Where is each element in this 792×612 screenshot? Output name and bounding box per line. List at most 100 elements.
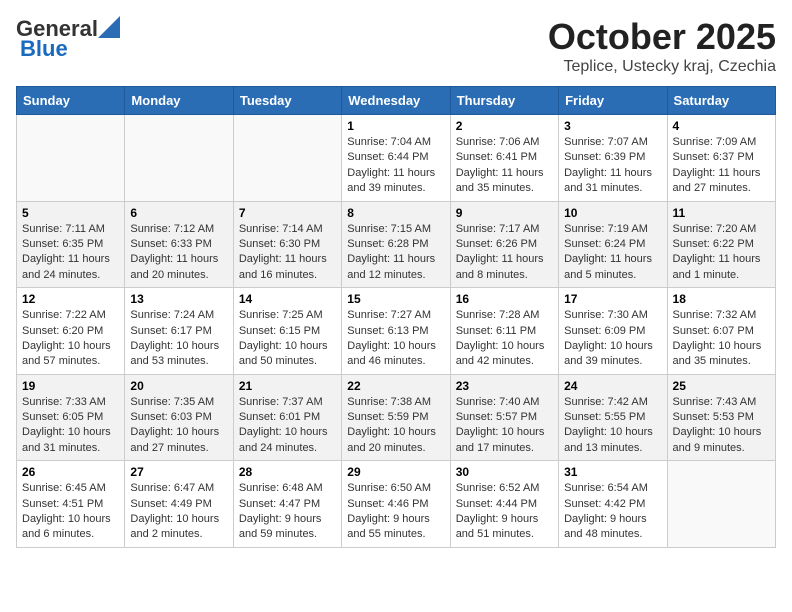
calendar-cell: 7Sunrise: 7:14 AM Sunset: 6:30 PM Daylig… bbox=[233, 201, 341, 288]
logo-general: General bbox=[16, 18, 98, 40]
day-info: Sunrise: 7:12 AM Sunset: 6:33 PM Dayligh… bbox=[130, 222, 227, 284]
calendar-cell: 15Sunrise: 7:27 AM Sunset: 6:13 PM Dayli… bbox=[342, 288, 450, 375]
day-header-saturday: Saturday bbox=[667, 87, 775, 115]
calendar-cell: 1 Sunrise: 7:04 AM Sunset: 6:44 PM Daylig… bbox=[342, 115, 450, 202]
day-number: 25 bbox=[673, 379, 770, 393]
day-header-friday: Friday bbox=[559, 87, 667, 115]
day-header-monday: Monday bbox=[125, 87, 233, 115]
calendar-cell: 20 Sunrise: 7:35 AM Sunset: 6:03 PM Dayli… bbox=[125, 374, 233, 461]
day-info: Sunrise: 7:19 AM Sunset: 6:24 PM Dayligh… bbox=[564, 222, 661, 284]
day-info: Sunrise: 7:22 AM Sunset: 6:20 PM Dayligh… bbox=[22, 308, 119, 370]
calendar-cell: 28 Sunrise: 6:48 AM Sunset: 4:47 PM Dayli… bbox=[233, 461, 341, 548]
calendar-cell: 19 Sunrise: 7:33 AM Sunset: 6:05 PM Dayli… bbox=[17, 374, 125, 461]
day-header-sunday: Sunday bbox=[17, 87, 125, 115]
logo: General Blue bbox=[16, 16, 120, 61]
day-info: Sunrise: 7:37 AM Sunset: 6:01 PM Dayligh… bbox=[239, 395, 336, 457]
page-header: General Blue October 2025 Teplice, Ustec… bbox=[16, 16, 776, 76]
day-info: Sunrise: 7:33 AM Sunset: 6:05 PM Dayligh… bbox=[22, 395, 119, 457]
calendar-cell: 25 Sunrise: 7:43 AM Sunset: 5:53 PM Dayli… bbox=[667, 374, 775, 461]
calendar-cell: 13 Sunrise: 7:24 AM Sunset: 6:17 PM Dayli… bbox=[125, 288, 233, 375]
day-header-thursday: Thursday bbox=[450, 87, 558, 115]
day-number: 26 bbox=[22, 465, 119, 479]
day-number: 18 bbox=[673, 292, 770, 306]
day-number: 9 bbox=[456, 206, 553, 220]
day-number: 22 bbox=[347, 379, 444, 393]
day-number: 10 bbox=[564, 206, 661, 220]
day-number: 16 bbox=[456, 292, 553, 306]
day-number: 3 bbox=[564, 119, 661, 133]
day-info: Sunrise: 6:50 AM Sunset: 4:46 PM Dayligh… bbox=[347, 481, 444, 543]
calendar-cell: 24 Sunrise: 7:42 AM Sunset: 5:55 PM Dayli… bbox=[559, 374, 667, 461]
calendar-cell: 6 Sunrise: 7:12 AM Sunset: 6:33 PM Daylig… bbox=[125, 201, 233, 288]
day-info: Sunrise: 7:40 AM Sunset: 5:57 PM Dayligh… bbox=[456, 395, 553, 457]
calendar-cell: 14 Sunrise: 7:25 AM Sunset: 6:15 PM Dayli… bbox=[233, 288, 341, 375]
day-number: 5 bbox=[22, 206, 119, 220]
day-info: Sunrise: 7:17 AM Sunset: 6:26 PM Dayligh… bbox=[456, 222, 553, 284]
logo-icon bbox=[98, 16, 120, 38]
day-number: 2 bbox=[456, 119, 553, 133]
calendar-cell: 2 Sunrise: 7:06 AM Sunset: 6:41 PM Daylig… bbox=[450, 115, 558, 202]
day-number: 30 bbox=[456, 465, 553, 479]
day-number: 13 bbox=[130, 292, 227, 306]
day-info: Sunrise: 6:48 AM Sunset: 4:47 PM Dayligh… bbox=[239, 481, 336, 543]
calendar-cell: 12 Sunrise: 7:22 AM Sunset: 6:20 PM Dayli… bbox=[17, 288, 125, 375]
title-block: October 2025 Teplice, Ustecky kraj, Czec… bbox=[548, 16, 776, 76]
day-number: 12 bbox=[22, 292, 119, 306]
calendar-cell: 29 Sunrise: 6:50 AM Sunset: 4:46 PM Dayli… bbox=[342, 461, 450, 548]
calendar-cell: 18 Sunrise: 7:32 AM Sunset: 6:07 PM Dayli… bbox=[667, 288, 775, 375]
day-number: 4 bbox=[673, 119, 770, 133]
day-number: 7 bbox=[239, 206, 336, 220]
calendar-table: SundayMondayTuesdayWednesdayThursdayFrid… bbox=[16, 86, 776, 548]
calendar-cell: 8 Sunrise: 7:15 AM Sunset: 6:28 PM Daylig… bbox=[342, 201, 450, 288]
day-number: 20 bbox=[130, 379, 227, 393]
day-number: 8 bbox=[347, 206, 444, 220]
day-number: 15 bbox=[347, 292, 444, 306]
calendar-cell: 22 Sunrise: 7:38 AM Sunset: 5:59 PM Dayli… bbox=[342, 374, 450, 461]
page-subtitle: Teplice, Ustecky kraj, Czechia bbox=[548, 58, 776, 76]
calendar-cell: 3Sunrise: 7:07 AM Sunset: 6:39 PM Daylig… bbox=[559, 115, 667, 202]
calendar-cell: 11Sunrise: 7:20 AM Sunset: 6:22 PM Dayli… bbox=[667, 201, 775, 288]
calendar-cell: 21 Sunrise: 7:37 AM Sunset: 6:01 PM Dayli… bbox=[233, 374, 341, 461]
day-info: Sunrise: 7:32 AM Sunset: 6:07 PM Dayligh… bbox=[673, 308, 770, 370]
day-number: 21 bbox=[239, 379, 336, 393]
day-info: Sunrise: 7:11 AM Sunset: 6:35 PM Dayligh… bbox=[22, 222, 119, 284]
calendar-cell: 30 Sunrise: 6:52 AM Sunset: 4:44 PM Dayli… bbox=[450, 461, 558, 548]
day-info: Sunrise: 7:43 AM Sunset: 5:53 PM Dayligh… bbox=[673, 395, 770, 457]
calendar-cell: 27Sunrise: 6:47 AM Sunset: 4:49 PM Dayli… bbox=[125, 461, 233, 548]
calendar-cell: 23 Sunrise: 7:40 AM Sunset: 5:57 PM Dayli… bbox=[450, 374, 558, 461]
day-info: Sunrise: 7:24 AM Sunset: 6:17 PM Dayligh… bbox=[130, 308, 227, 370]
calendar-header-row: SundayMondayTuesdayWednesdayThursdayFrid… bbox=[17, 87, 776, 115]
day-info: Sunrise: 7:15 AM Sunset: 6:28 PM Dayligh… bbox=[347, 222, 444, 284]
day-number: 1 bbox=[347, 119, 444, 133]
calendar-cell: 26Sunrise: 6:45 AM Sunset: 4:51 PM Dayli… bbox=[17, 461, 125, 548]
day-number: 6 bbox=[130, 206, 227, 220]
day-info: Sunrise: 7:38 AM Sunset: 5:59 PM Dayligh… bbox=[347, 395, 444, 457]
calendar-cell bbox=[667, 461, 775, 548]
day-number: 27 bbox=[130, 465, 227, 479]
day-info: Sunrise: 7:06 AM Sunset: 6:41 PM Dayligh… bbox=[456, 135, 553, 197]
calendar-cell: 16Sunrise: 7:28 AM Sunset: 6:11 PM Dayli… bbox=[450, 288, 558, 375]
day-number: 31 bbox=[564, 465, 661, 479]
day-number: 24 bbox=[564, 379, 661, 393]
day-number: 23 bbox=[456, 379, 553, 393]
day-info: Sunrise: 7:42 AM Sunset: 5:55 PM Dayligh… bbox=[564, 395, 661, 457]
day-info: Sunrise: 7:20 AM Sunset: 6:22 PM Dayligh… bbox=[673, 222, 770, 284]
day-number: 29 bbox=[347, 465, 444, 479]
day-info: Sunrise: 7:04 AM Sunset: 6:44 PM Dayligh… bbox=[347, 135, 444, 197]
day-header-wednesday: Wednesday bbox=[342, 87, 450, 115]
page-title: October 2025 bbox=[548, 16, 776, 58]
day-info: Sunrise: 7:35 AM Sunset: 6:03 PM Dayligh… bbox=[130, 395, 227, 457]
day-number: 28 bbox=[239, 465, 336, 479]
day-info: Sunrise: 6:52 AM Sunset: 4:44 PM Dayligh… bbox=[456, 481, 553, 543]
day-number: 14 bbox=[239, 292, 336, 306]
calendar-cell: 5 Sunrise: 7:11 AM Sunset: 6:35 PM Daylig… bbox=[17, 201, 125, 288]
day-info: Sunrise: 7:25 AM Sunset: 6:15 PM Dayligh… bbox=[239, 308, 336, 370]
calendar-cell: 17 Sunrise: 7:30 AM Sunset: 6:09 PM Dayli… bbox=[559, 288, 667, 375]
day-info: Sunrise: 7:30 AM Sunset: 6:09 PM Dayligh… bbox=[564, 308, 661, 370]
calendar-cell: 10 Sunrise: 7:19 AM Sunset: 6:24 PM Dayli… bbox=[559, 201, 667, 288]
calendar-cell: 4Sunrise: 7:09 AM Sunset: 6:37 PM Daylig… bbox=[667, 115, 775, 202]
day-number: 19 bbox=[22, 379, 119, 393]
day-number: 17 bbox=[564, 292, 661, 306]
calendar-cell: 9 Sunrise: 7:17 AM Sunset: 6:26 PM Daylig… bbox=[450, 201, 558, 288]
calendar-cell bbox=[125, 115, 233, 202]
